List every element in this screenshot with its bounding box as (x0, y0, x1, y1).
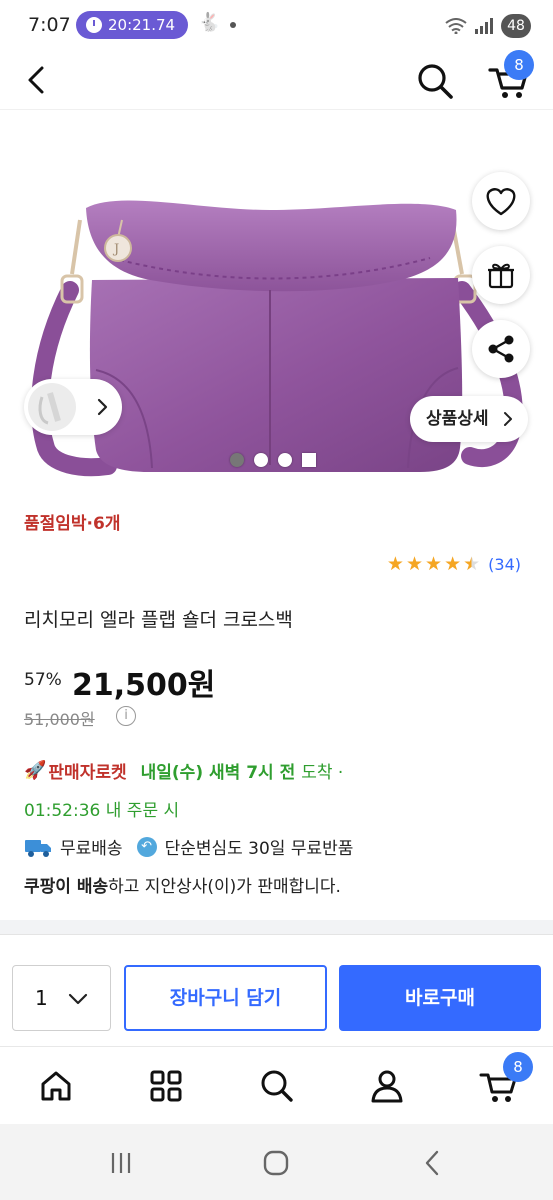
cart-button[interactable]: 8 (486, 50, 534, 102)
quantity-select[interactable]: 1 (12, 965, 111, 1031)
discount-rate: 57% (24, 670, 62, 690)
gift-icon (488, 263, 514, 289)
rocket-icon: 🚀 (24, 760, 47, 781)
thumbnail-switcher[interactable] (24, 379, 122, 435)
gift-button[interactable] (472, 246, 530, 304)
chevron-down-icon (68, 993, 88, 1005)
thumbnail-image (28, 383, 76, 431)
recent-apps-icon[interactable] (106, 1148, 136, 1178)
cart-count-badge: 8 (504, 50, 534, 80)
product-image-gallery[interactable]: J 상품상세 (0, 110, 553, 488)
info-icon[interactable]: i (116, 706, 136, 726)
status-indicators: 48 (445, 14, 531, 38)
product-detail-button[interactable]: 상품상세 (410, 396, 528, 442)
rabbit-icon: 🐇 (198, 12, 221, 33)
thumbnail-bag-icon (38, 392, 61, 425)
search-icon[interactable] (258, 1067, 296, 1105)
return-icon: ↶ (136, 836, 157, 857)
gallery-pagination (230, 453, 316, 467)
status-time: 7:07 (28, 14, 71, 36)
wishlist-button[interactable] (472, 172, 530, 230)
arrival-suffix: 도착 · (301, 763, 344, 783)
product-title: 리치모리 엘라 플랩 숄더 크로스백 (24, 609, 293, 631)
purchase-bar: 1 장바구니 담기 바로구매 (0, 934, 553, 1046)
bottom-navigation: 8 (0, 1046, 553, 1124)
wifi-icon (445, 18, 467, 34)
star-icon: ★ (386, 553, 404, 575)
seller-info: 쿠팡이 배송하고 지안상사(이)가 판매합니다. (24, 872, 341, 897)
rating-summary[interactable]: ★ ★ ★ ★ ★ (34) (387, 554, 521, 574)
status-bar: 7:07 20:21.74 🐇 48 (0, 0, 553, 52)
delivery-badge-line: 🚀 판매자로켓 내일(수) 새벽 7시 전 도착 · (24, 758, 343, 783)
star-icon: ★ (405, 553, 424, 575)
half-star-icon: ★ (463, 553, 481, 575)
add-to-cart-button[interactable]: 장바구니 담기 (124, 965, 327, 1031)
free-return-label: 단순변심도 30일 무료반품 (164, 839, 354, 859)
timer-value: 20:21.74 (108, 16, 176, 34)
sale-price: 21,500원 (72, 668, 216, 703)
timer-chip: 20:21.74 (76, 11, 188, 39)
product-detail-label: 상품상세 (426, 409, 489, 429)
shipping-info: 무료배송 ↶ 단순변심도 30일 무료반품 (24, 834, 353, 859)
quantity-value: 1 (35, 986, 48, 1010)
share-icon (488, 335, 514, 363)
home-button-icon[interactable] (261, 1148, 291, 1178)
arrival-date: 내일(수) 새벽 7시 전 (140, 763, 296, 783)
pagination-video-marker[interactable] (302, 453, 316, 467)
truck-icon (25, 839, 51, 857)
pagination-dot[interactable] (278, 453, 292, 467)
free-shipping-label: 무료배송 (60, 839, 123, 859)
seller-text: 하고 지안상사(이)가 판매합니다. (108, 877, 341, 897)
system-navigation-bar (0, 1124, 553, 1200)
heart-icon (486, 188, 516, 216)
rocket-label: 판매자로켓 (48, 763, 127, 783)
signal-icon (475, 18, 493, 34)
stock-notice: 품절임박·6개 (24, 514, 121, 534)
share-button[interactable] (472, 320, 530, 378)
review-count[interactable]: (34) (488, 555, 521, 574)
buy-now-button[interactable]: 바로구매 (339, 965, 541, 1031)
battery-indicator: 48 (501, 14, 531, 38)
pagination-dot[interactable] (230, 453, 244, 467)
home-icon[interactable] (37, 1067, 75, 1105)
pagination-dot[interactable] (254, 453, 268, 467)
seller-shipping-bold: 쿠팡이 배송 (24, 877, 109, 897)
svg-text:J: J (112, 242, 119, 257)
cart-count-badge: 8 (503, 1052, 533, 1082)
system-back-icon[interactable] (418, 1148, 448, 1178)
order-deadline: 01:52:36 내 주문 시 (24, 801, 180, 821)
back-icon[interactable] (20, 62, 56, 98)
star-icon: ★ (444, 553, 462, 575)
chevron-right-icon (97, 398, 108, 416)
stopwatch-icon (86, 17, 102, 33)
star-icon: ★ (425, 553, 443, 575)
profile-icon[interactable] (368, 1067, 406, 1105)
category-icon[interactable] (147, 1067, 185, 1105)
section-divider (0, 920, 553, 934)
app-header: 8 (0, 50, 553, 110)
notification-dot-icon (230, 22, 236, 28)
original-price: 51,000원 (24, 710, 95, 729)
chevron-right-icon (504, 412, 512, 426)
search-icon[interactable] (414, 60, 456, 102)
